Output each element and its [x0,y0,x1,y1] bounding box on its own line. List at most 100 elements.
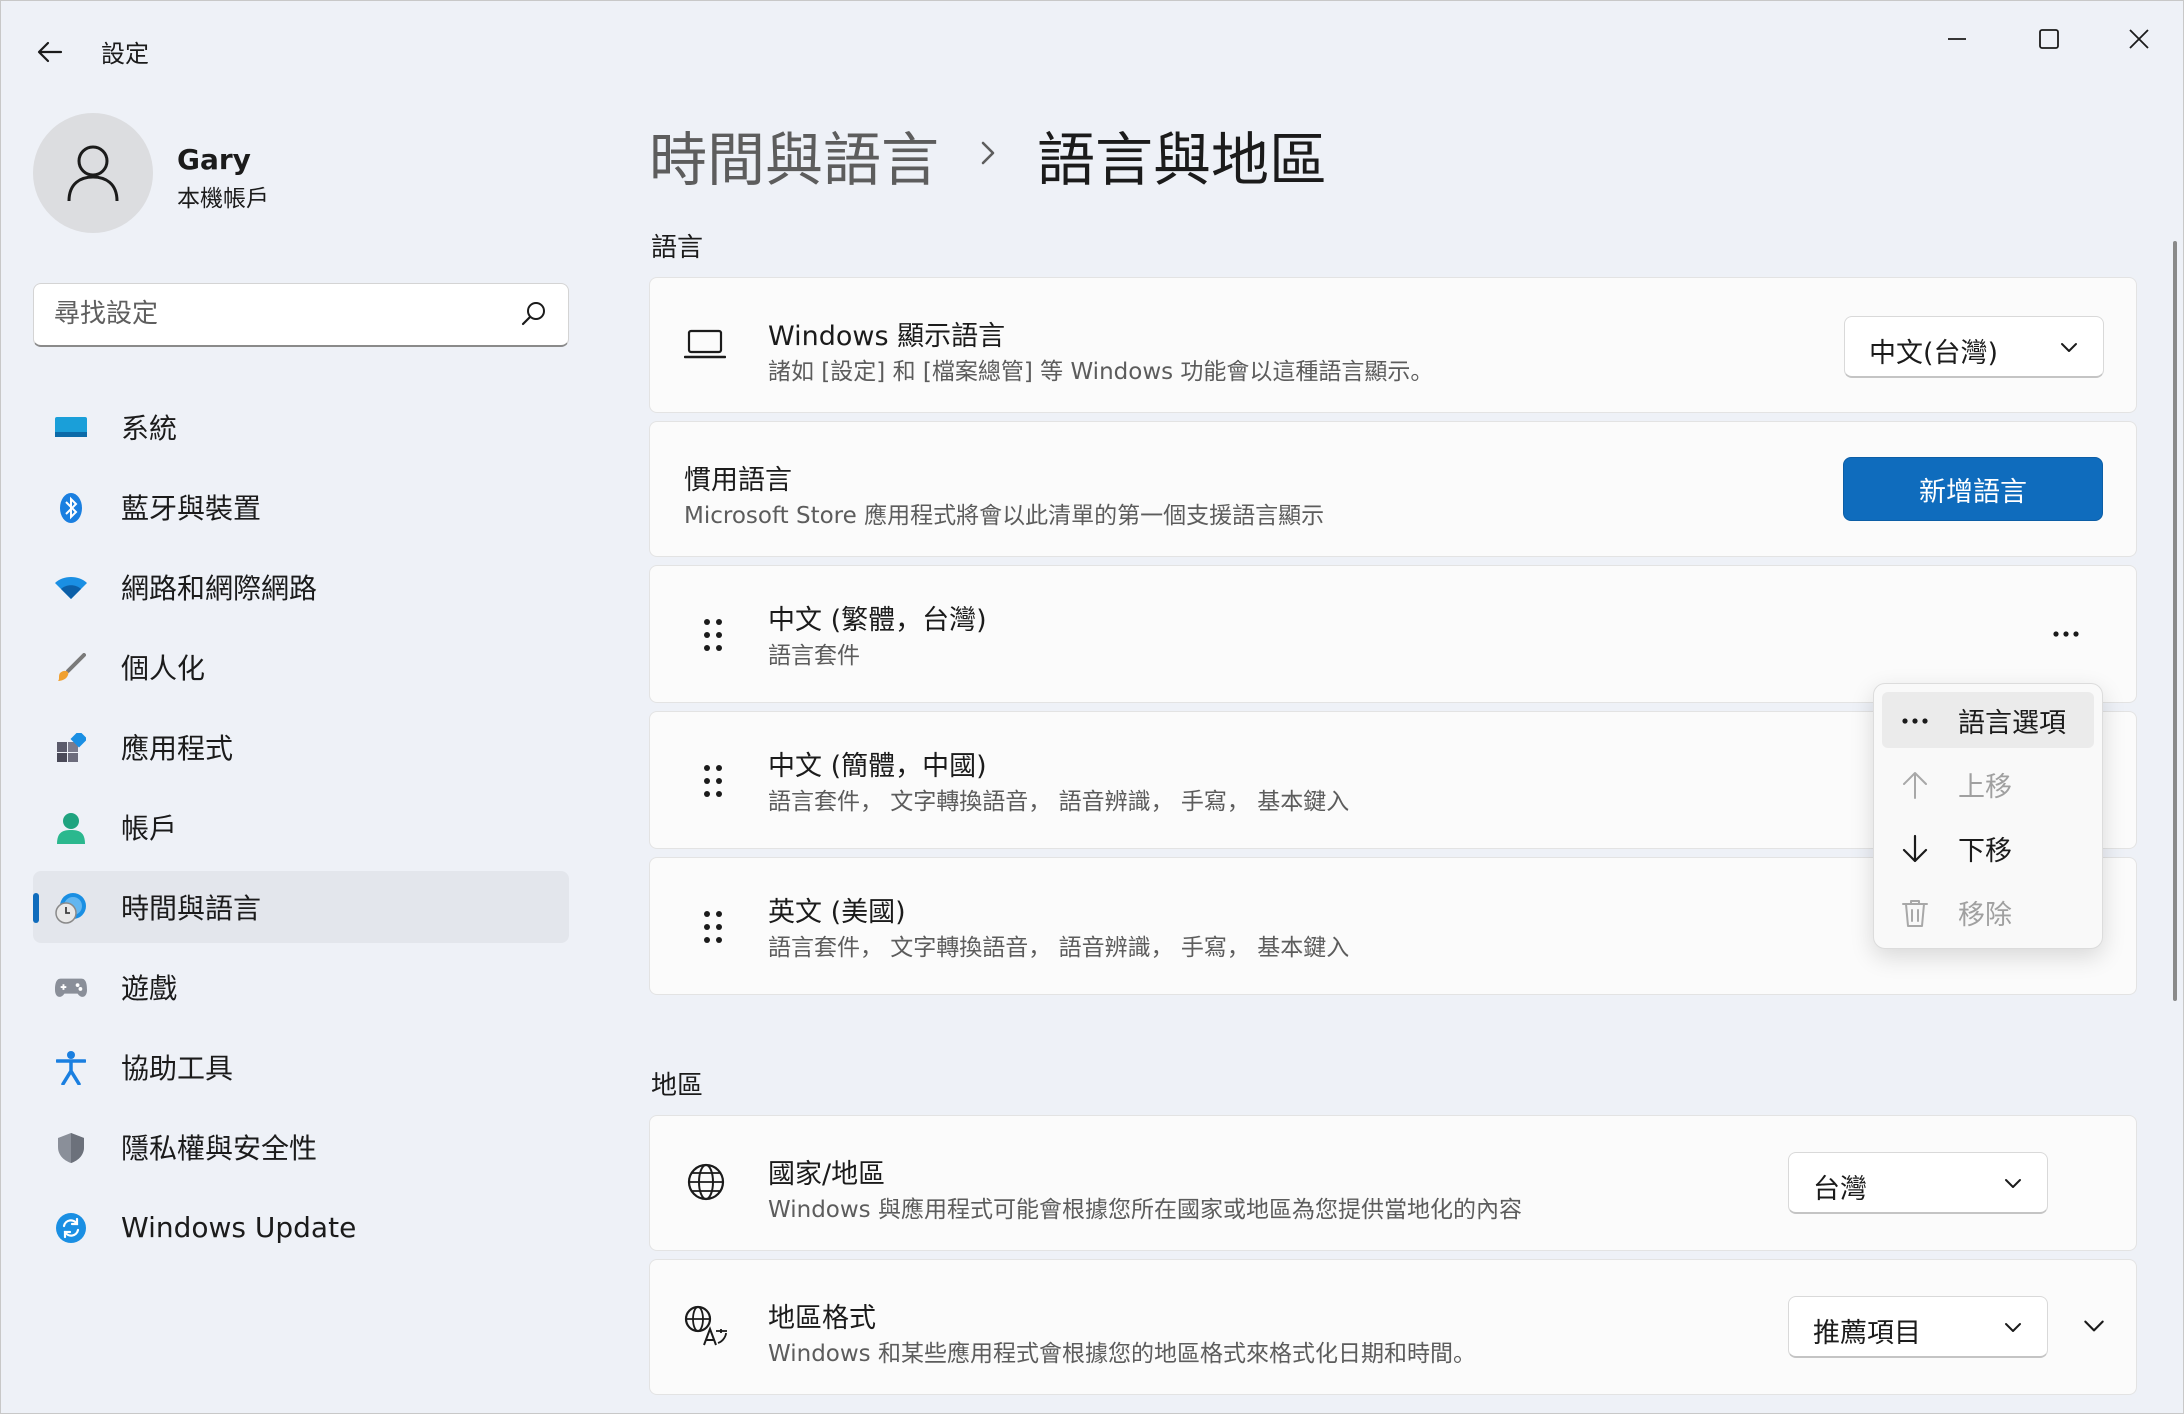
sidebar-item-apps[interactable]: 應用程式 [33,711,569,783]
back-button[interactable] [29,31,71,73]
sidebar-item-time-language[interactable]: 時間與語言 [33,871,569,943]
add-language-button[interactable]: 新增語言 [1843,457,2103,521]
dropdown-value: 台灣 [1813,1174,1867,1205]
language-features: 語言套件 [768,643,860,669]
sidebar-item-label: 隱私權與安全性 [121,1132,318,1165]
drag-handle-icon[interactable] [702,910,724,944]
apps-icon [55,732,87,764]
sidebar-item-system[interactable]: 系統 [33,391,569,463]
update-icon [55,1212,87,1244]
regional-format-icon [684,1304,728,1348]
search-icon[interactable] [520,300,548,328]
display-language-dropdown[interactable]: 中文(台灣) [1844,316,2104,378]
preferred-languages-title: 慣用語言 [684,465,792,496]
sidebar-item-label: 遊戲 [121,972,178,1005]
expand-button[interactable] [2068,1304,2120,1348]
sidebar-item-gaming[interactable]: 遊戲 [33,951,569,1023]
accounts-icon [55,812,87,844]
title-bar: 設定 [1,1,2183,97]
regional-format-description: Windows 和某些應用程式會根據您的地區格式來格式化日期和時間。 [768,1341,1476,1367]
section-title-language: 語言 [651,233,704,263]
chevron-down-icon [2005,1179,2021,1188]
language-features: 語言套件， 文字轉換語音， 語音辨識， 手寫， 基本鍵入 [768,935,1350,961]
profile-name: Gary [177,143,251,176]
dropdown-value: 推薦項目 [1813,1318,1921,1349]
settings-window: 設定 Gary 本機帳戶 系統 [0,0,2184,1414]
more-icon [1900,706,1930,736]
display-language-description: 諸如 [設定] 和 [檔案總管] 等 Windows 功能會以這種語言顯示。 [768,359,1434,385]
sidebar-item-label: 個人化 [121,652,206,685]
bluetooth-icon [55,492,87,524]
language-name: 英文 (美國) [768,897,906,928]
menu-item-label: 下移 [1958,835,2012,867]
sidebar-item-label: 網路和網際網路 [121,572,318,605]
menu-item-remove[interactable]: 移除 [1882,884,2094,940]
language-features: 語言套件， 文字轉換語音， 語音辨識， 手寫， 基本鍵入 [768,789,1350,815]
sidebar-nav: 系統 藍牙與裝置 網路和網際網路 個人化 應用程式 帳戶 時間與語言 遊戲 協助… [33,391,569,1271]
more-options-button[interactable] [2040,612,2092,656]
display-language-title: Windows 顯示語言 [768,321,1006,352]
arrow-up-icon [1900,770,1930,800]
breadcrumb: 時間與語言 語言與地區 [649,113,1327,197]
brush-icon [55,652,87,684]
menu-item-label: 語言選項 [1958,707,2066,739]
sidebar-item-accessibility[interactable]: 協助工具 [33,1031,569,1103]
gaming-icon [55,972,87,1004]
breadcrumb-parent[interactable]: 時間與語言 [649,113,939,197]
regional-format-title: 地區格式 [768,1303,876,1334]
sidebar-item-label: 系統 [121,412,178,445]
avatar[interactable] [33,113,153,233]
close-icon [2129,29,2149,49]
sidebar-item-windows-update[interactable]: Windows Update [33,1191,569,1263]
sidebar-item-privacy[interactable]: 隱私權與安全性 [33,1111,569,1183]
sidebar-item-bluetooth[interactable]: 藍牙與裝置 [33,471,569,543]
sidebar-item-label: 帳戶 [121,812,178,845]
minimize-icon [1948,38,1966,40]
close-button[interactable] [2093,11,2183,67]
section-title-region: 地區 [651,1071,704,1101]
chevron-down-icon [2084,1320,2104,1332]
sidebar-item-label: 應用程式 [121,732,234,765]
country-region-dropdown[interactable]: 台灣 [1788,1152,2048,1214]
display-language-card: Windows 顯示語言 諸如 [設定] 和 [檔案總管] 等 Windows … [649,277,2137,413]
menu-item-move-down[interactable]: 下移 [1882,820,2094,876]
maximize-button[interactable] [2003,11,2095,67]
sidebar-item-label: 協助工具 [121,1052,234,1085]
shield-icon [55,1132,87,1164]
menu-item-language-options[interactable]: 語言選項 [1882,692,2094,748]
menu-item-label: 上移 [1958,771,2012,803]
drag-handle-icon[interactable] [702,764,724,798]
regional-format-dropdown[interactable]: 推薦項目 [1788,1296,2048,1358]
language-name: 中文 (繁體，台灣) [768,605,987,636]
app-title: 設定 [101,40,149,68]
menu-item-label: 移除 [1958,899,2012,931]
language-context-menu: 語言選項 上移 下移 移除 [1873,683,2103,949]
sidebar-item-label: Windows Update [121,1210,357,1244]
drag-handle-icon[interactable] [702,618,724,652]
sidebar-item-personalization[interactable]: 個人化 [33,631,569,703]
laptop-icon [684,328,726,360]
user-icon [67,145,119,202]
maximize-icon [2039,29,2059,49]
menu-item-move-up[interactable]: 上移 [1882,756,2094,812]
trash-icon [1900,898,1930,928]
more-icon [2053,631,2079,637]
search-input[interactable] [54,284,514,344]
chevron-down-icon [2061,343,2077,352]
country-region-title: 國家/地區 [768,1159,886,1190]
sidebar-item-label: 藍牙與裝置 [121,492,262,525]
search-box [33,283,569,347]
dropdown-value: 中文(台灣) [1869,338,1999,369]
scrollbar[interactable] [2173,241,2177,1001]
sidebar-item-network[interactable]: 網路和網際網路 [33,551,569,623]
profile-account-type: 本機帳戶 [177,186,269,212]
arrow-left-icon [37,41,63,63]
minimize-button[interactable] [1911,11,2003,67]
sidebar-item-accounts[interactable]: 帳戶 [33,791,569,863]
wifi-icon [55,572,87,604]
regional-format-card: 地區格式 Windows 和某些應用程式會根據您的地區格式來格式化日期和時間。 … [649,1259,2137,1395]
time-language-icon [55,892,87,924]
language-name: 中文 (簡體，中國) [768,751,987,782]
sidebar-item-label: 時間與語言 [121,892,262,925]
active-indicator [33,893,39,923]
